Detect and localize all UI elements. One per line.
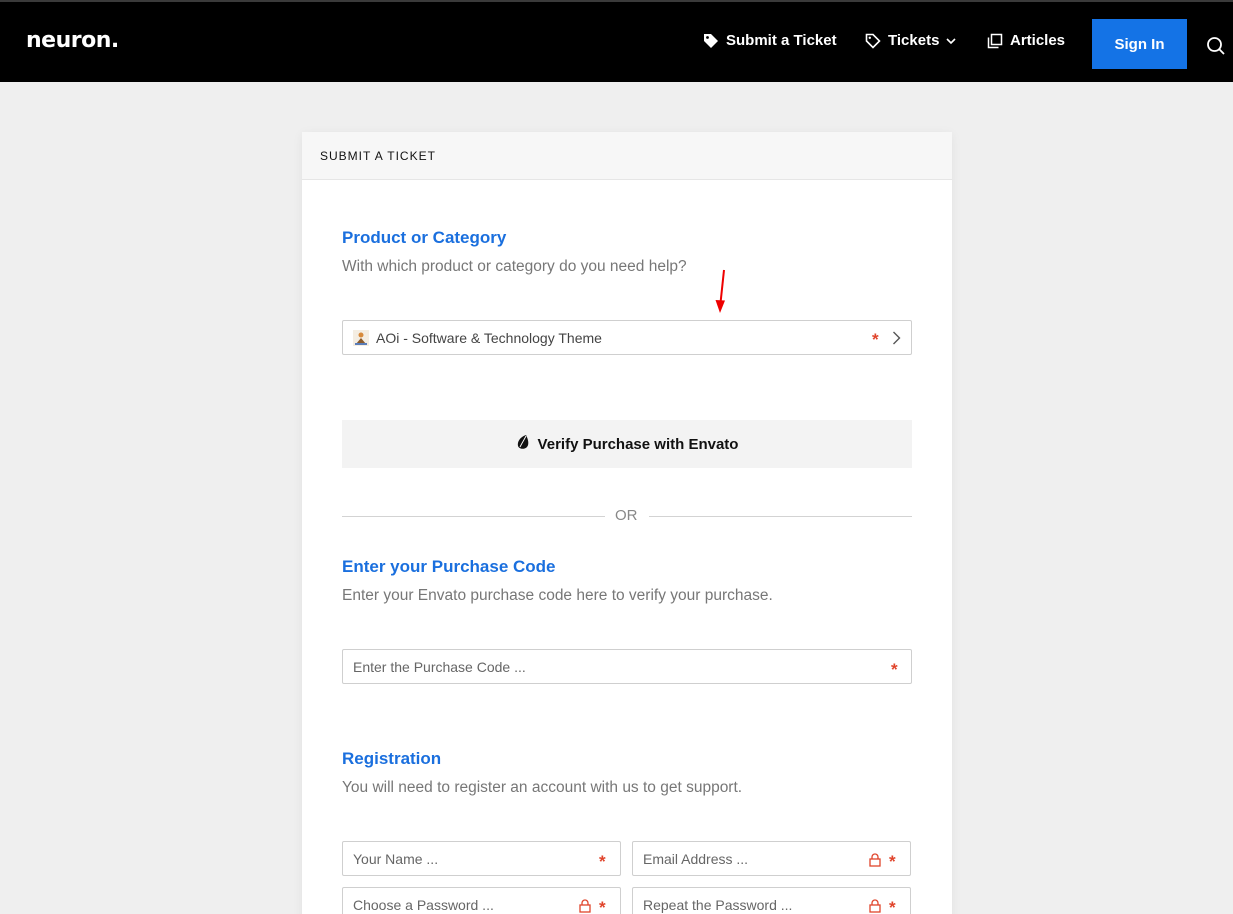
name-input[interactable] bbox=[343, 842, 620, 875]
lock-icon bbox=[579, 899, 591, 914]
required-asterisk: * bbox=[889, 852, 896, 871]
nav-articles[interactable]: Articles bbox=[987, 32, 1065, 49]
purchase-section-title: Enter your Purchase Code bbox=[342, 557, 556, 576]
verify-envato-label: Verify Purchase with Envato bbox=[537, 435, 739, 453]
card-header-title: SUBMIT A TICKET bbox=[302, 132, 952, 180]
copy-icon bbox=[987, 33, 1003, 49]
purchase-section-description: Enter your Envato purchase code here to … bbox=[342, 587, 773, 604]
purchase-code-field[interactable]: * bbox=[342, 649, 912, 684]
tag-outline-icon bbox=[865, 33, 881, 49]
chevron-down-icon bbox=[946, 37, 957, 45]
purchase-code-input[interactable] bbox=[343, 650, 911, 683]
product-section-title: Product or Category bbox=[342, 228, 507, 247]
required-asterisk: * bbox=[599, 852, 606, 871]
required-asterisk: * bbox=[889, 898, 896, 914]
product-select-value: AOi - Software & Technology Theme bbox=[376, 330, 602, 346]
submit-ticket-card: SUBMIT A TICKET Product or Category With… bbox=[302, 132, 952, 914]
product-select[interactable]: AOi - Software & Technology Theme * bbox=[342, 320, 912, 355]
nav-tickets[interactable]: Tickets bbox=[865, 32, 957, 49]
or-separator: OR bbox=[615, 507, 638, 524]
nav-articles-label: Articles bbox=[1010, 32, 1066, 49]
top-navbar: neuron. Submit a Ticket Tickets Articles… bbox=[0, 0, 1233, 82]
nav-submit-ticket[interactable]: Submit a Ticket bbox=[703, 32, 837, 49]
required-asterisk: * bbox=[872, 330, 879, 349]
registration-section-description: You will need to register an account wit… bbox=[342, 779, 743, 796]
divider-right bbox=[649, 516, 912, 517]
lock-icon bbox=[869, 853, 881, 872]
envato-leaf-icon bbox=[516, 434, 530, 454]
lock-icon bbox=[869, 899, 881, 914]
registration-section-title: Registration bbox=[342, 749, 442, 768]
verify-envato-button[interactable]: Verify Purchase with Envato bbox=[342, 420, 912, 468]
red-arrow-annotation bbox=[712, 269, 728, 319]
search-icon[interactable] bbox=[1206, 36, 1226, 61]
tag-filled-icon bbox=[703, 33, 719, 49]
chevron-right-icon bbox=[892, 331, 901, 350]
brand-logo[interactable]: neuron. bbox=[26, 28, 119, 53]
product-thumbnail-icon bbox=[353, 330, 369, 346]
sign-in-button[interactable]: Sign In bbox=[1092, 19, 1187, 69]
required-asterisk: * bbox=[891, 660, 898, 679]
required-asterisk: * bbox=[599, 898, 606, 914]
divider-left bbox=[342, 516, 605, 517]
nav-tickets-label: Tickets bbox=[888, 32, 940, 49]
email-field[interactable]: * bbox=[632, 841, 911, 876]
repeat-password-field[interactable]: * bbox=[632, 887, 911, 914]
product-section-description: With which product or category do you ne… bbox=[342, 258, 687, 275]
password-field[interactable]: * bbox=[342, 887, 621, 914]
name-field[interactable]: * bbox=[342, 841, 621, 876]
nav-submit-ticket-label: Submit a Ticket bbox=[726, 32, 837, 49]
